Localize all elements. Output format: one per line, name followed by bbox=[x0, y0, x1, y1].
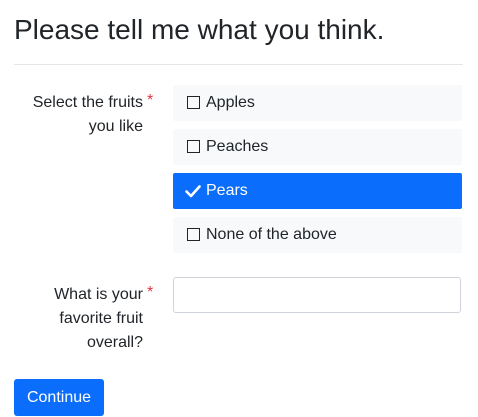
option-none-of-the-above[interactable]: None of the above bbox=[173, 217, 462, 253]
checkbox-unchecked-icon bbox=[187, 96, 200, 109]
option-label: Apples bbox=[206, 94, 255, 111]
checkbox-unchecked-icon bbox=[187, 228, 200, 241]
option-label: Pears bbox=[206, 182, 248, 199]
option-pears[interactable]: Pears bbox=[173, 173, 462, 209]
checkmark-icon bbox=[185, 185, 201, 198]
fruits-question-label: Select the fruits you like bbox=[33, 91, 143, 139]
favorite-required-asterisk: * bbox=[147, 284, 154, 301]
checkbox-unchecked-icon bbox=[187, 140, 200, 153]
option-apples[interactable]: Apples bbox=[173, 85, 462, 121]
option-peaches[interactable]: Peaches bbox=[173, 129, 462, 165]
title-divider bbox=[14, 64, 463, 65]
favorite-label-line1: What is your bbox=[54, 286, 143, 303]
fruit-options-group: Apples Peaches Pears None of the above bbox=[173, 85, 462, 261]
favorite-label-line3: overall? bbox=[86, 334, 143, 351]
favorite-label-line2: favorite fruit bbox=[59, 310, 143, 327]
page-title: Please tell me what you think. bbox=[14, 14, 385, 45]
favorite-fruit-input[interactable] bbox=[173, 277, 461, 313]
fruits-required-asterisk: * bbox=[147, 92, 154, 109]
continue-button[interactable]: Continue bbox=[14, 379, 104, 416]
option-label: Peaches bbox=[206, 138, 269, 155]
favorite-question-label: What is your favorite fruit overall? bbox=[54, 283, 143, 355]
option-label: None of the above bbox=[206, 226, 337, 243]
fruits-label-line1: Select the fruits bbox=[32, 94, 143, 111]
fruits-label-line2: you like bbox=[88, 118, 143, 135]
